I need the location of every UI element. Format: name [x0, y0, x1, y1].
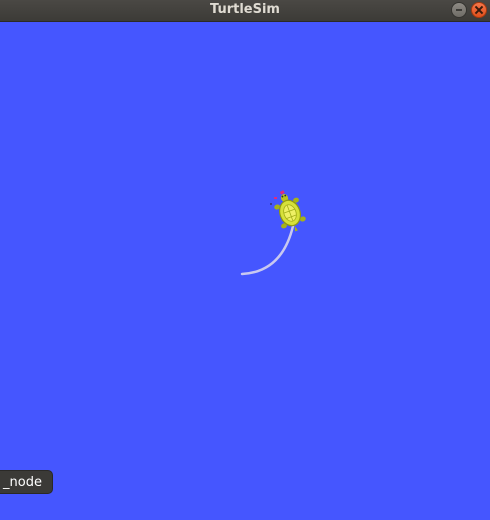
title-bar[interactable]: TurtleSim	[0, 0, 490, 22]
turtle-icon	[274, 194, 306, 232]
turtlesim-window: TurtleSim _node	[0, 0, 490, 520]
window-title: TurtleSim	[210, 2, 280, 17]
minimize-button[interactable]	[451, 2, 467, 18]
turtle-trail	[240, 224, 295, 276]
node-tooltip: _node	[0, 470, 53, 494]
canvas-drawing	[240, 190, 306, 276]
turtle-canvas: _node	[0, 22, 490, 520]
close-button[interactable]	[471, 2, 487, 18]
